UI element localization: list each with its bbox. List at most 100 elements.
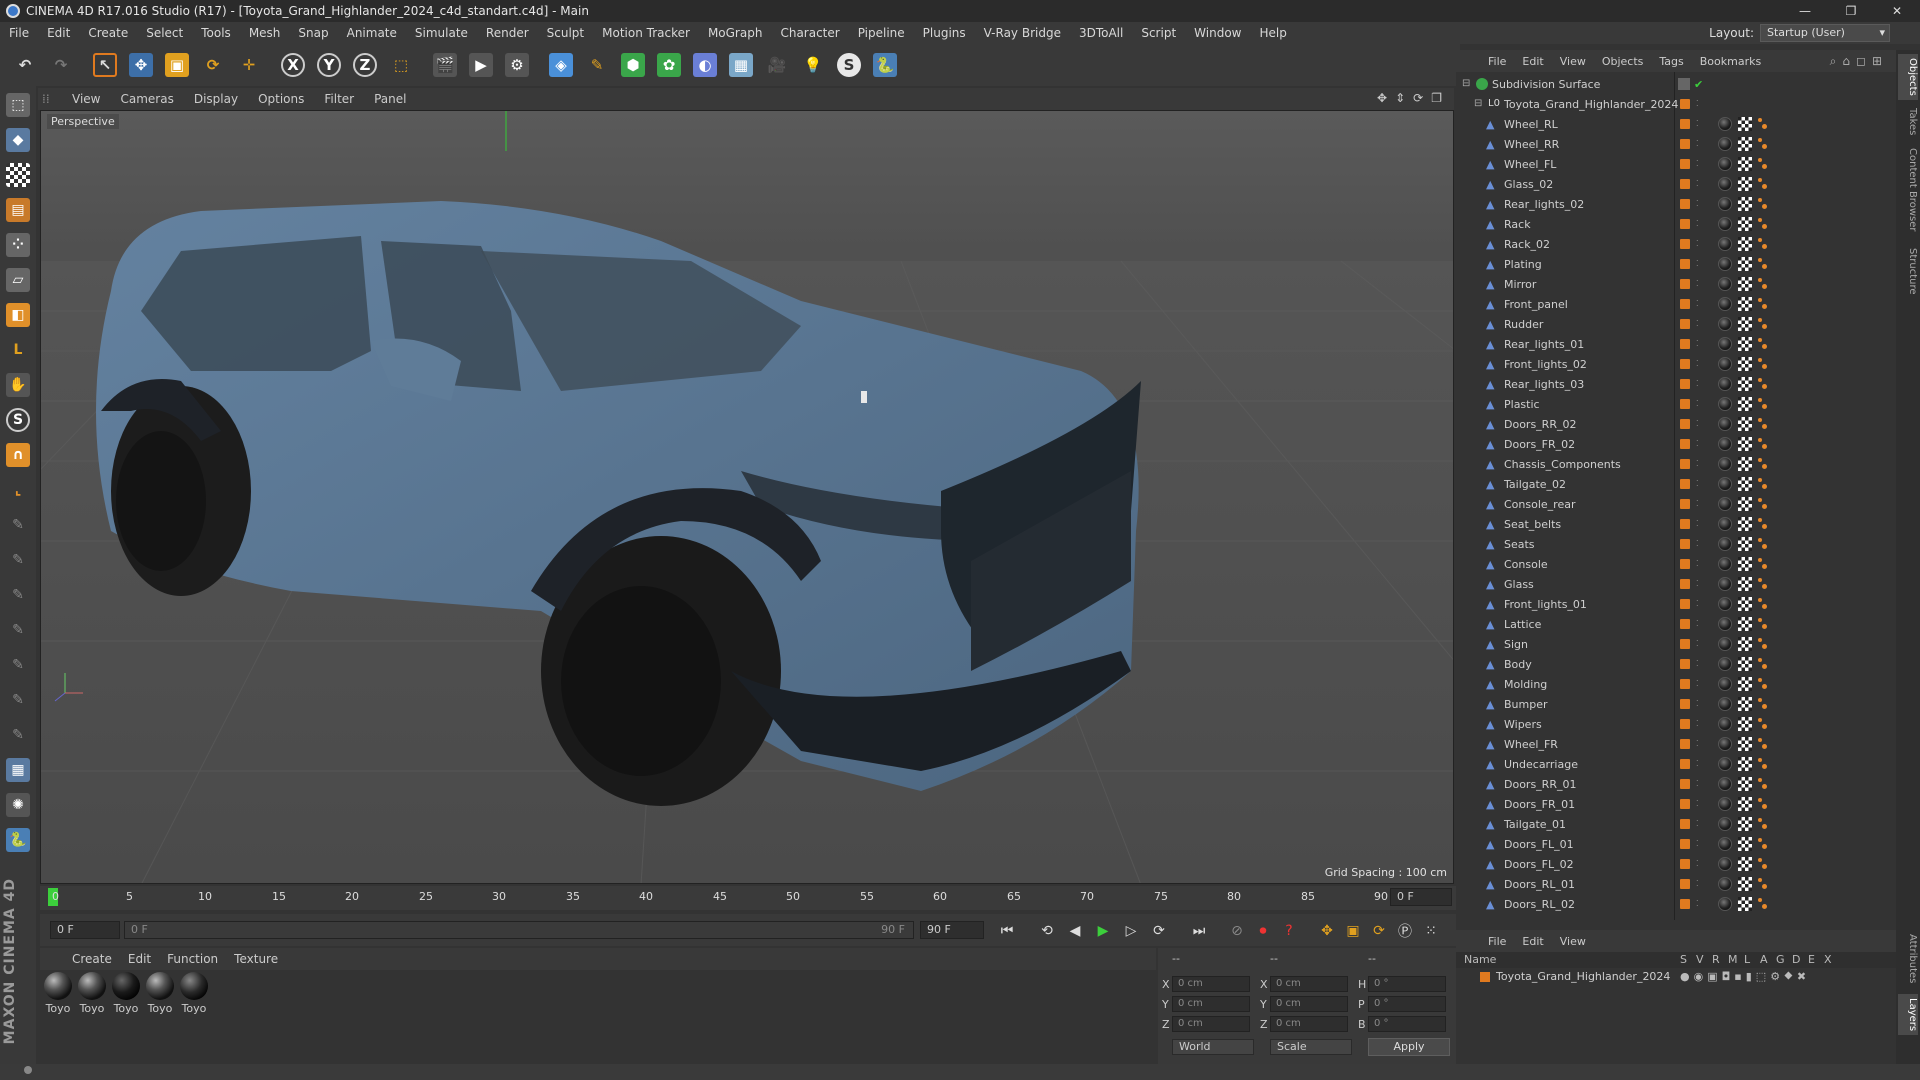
viewport-menu-view[interactable]: View	[62, 92, 110, 106]
z-axis-button[interactable]: Z	[348, 48, 382, 82]
visibility-dots-icon[interactable]: ⁚	[1696, 619, 1700, 629]
object-menu-view[interactable]: View	[1552, 55, 1594, 68]
object-row[interactable]: ▲ Rear_lights_02 ⁚	[1456, 194, 1896, 214]
object-row[interactable]: ▲ Glass ⁚	[1456, 574, 1896, 594]
floor-button[interactable]: ▦	[724, 48, 758, 82]
model-mode-button[interactable]: ◆	[2, 124, 34, 156]
visibility-dots-icon[interactable]: ⁚	[1696, 159, 1700, 169]
selection-tag-icon[interactable]	[1756, 478, 1768, 490]
selection-tag-icon[interactable]	[1756, 738, 1768, 750]
object-row[interactable]: ▲ Plastic ⁚	[1456, 394, 1896, 414]
material-menu-create[interactable]: Create	[64, 952, 120, 966]
cube-object-button[interactable]: ◈	[544, 48, 578, 82]
rot-p-field[interactable]: 0 °	[1368, 996, 1446, 1012]
visibility-dots-icon[interactable]: ⁚	[1696, 99, 1700, 109]
menu-tools[interactable]: Tools	[192, 26, 240, 40]
material-tag-icon[interactable]	[1718, 777, 1732, 791]
tab-attributes[interactable]: Attributes	[1898, 930, 1918, 987]
selection-tag-icon[interactable]	[1756, 898, 1768, 910]
menu-mesh[interactable]: Mesh	[240, 26, 290, 40]
selection-tag-icon[interactable]	[1756, 138, 1768, 150]
material-tag-icon[interactable]	[1718, 817, 1732, 831]
object-row[interactable]: ▲ Console ⁚	[1456, 554, 1896, 574]
menu-animate[interactable]: Animate	[338, 26, 406, 40]
viewport-menu-options[interactable]: Options	[248, 92, 314, 106]
object-row[interactable]: ▲ Doors_FL_02 ⁚	[1456, 854, 1896, 874]
pos-z-field[interactable]: 0 cm	[1172, 1016, 1250, 1032]
key-parameter-button[interactable]: Ⓟ	[1394, 920, 1416, 942]
uvw-tag-icon[interactable]	[1738, 857, 1752, 871]
menu-window[interactable]: Window	[1185, 26, 1250, 40]
material-tag-icon[interactable]	[1718, 657, 1732, 671]
start-frame-field[interactable]: 0 F	[50, 921, 120, 939]
prev-frame-button[interactable]: ◀	[1064, 920, 1086, 942]
maximize-button[interactable]: ❐	[1828, 0, 1874, 22]
menu-character[interactable]: Character	[771, 26, 848, 40]
visibility-dots-icon[interactable]: ⁚	[1696, 659, 1700, 669]
menu-select[interactable]: Select	[137, 26, 192, 40]
material-tag-icon[interactable]	[1718, 297, 1732, 311]
object-row[interactable]: ▲ Lattice ⁚	[1456, 614, 1896, 634]
material-tag-icon[interactable]	[1718, 137, 1732, 151]
object-row[interactable]: ▲ Tailgate_02 ⁚	[1456, 474, 1896, 494]
selection-tag-icon[interactable]	[1756, 238, 1768, 250]
visibility-dots-icon[interactable]: ⁚	[1696, 899, 1700, 909]
pos-y-field[interactable]: 0 cm	[1172, 996, 1250, 1012]
key-scale-button[interactable]: ▣	[1342, 920, 1364, 942]
visibility-dots-icon[interactable]: ⁚	[1696, 339, 1700, 349]
object-row[interactable]: ▲ Seats ⁚	[1456, 534, 1896, 554]
uvw-tag-icon[interactable]	[1738, 517, 1752, 531]
edges-mode-button[interactable]: ▱	[2, 264, 34, 296]
object-row[interactable]: ▲ Wheel_FL ⁚	[1456, 154, 1896, 174]
material-tag-icon[interactable]	[1718, 877, 1732, 891]
material-menu-function[interactable]: Function	[159, 952, 226, 966]
cloner-button[interactable]: ✿	[652, 48, 686, 82]
object-row[interactable]: ▲ Plating ⁚	[1456, 254, 1896, 274]
layer-row[interactable]: Toyota_Grand_Highlander_2024 ●◉▣◘▪▮⬚⚙⯁✖	[1456, 968, 1896, 986]
material-tag-icon[interactable]	[1718, 317, 1732, 331]
selection-tag-icon[interactable]	[1756, 398, 1768, 410]
visibility-dots-icon[interactable]: ⁚	[1696, 279, 1700, 289]
visibility-dots-icon[interactable]: ⁚	[1696, 439, 1700, 449]
object-row[interactable]: ▲ Glass_02 ⁚	[1456, 174, 1896, 194]
uvw-tag-icon[interactable]	[1738, 777, 1752, 791]
tab-objects[interactable]: Objects	[1898, 54, 1918, 100]
visibility-dots-icon[interactable]: ⁚	[1696, 239, 1700, 249]
x-axis-button[interactable]: X	[276, 48, 310, 82]
material-swatch[interactable]: Toyo	[42, 972, 74, 1015]
object-row[interactable]: ▲ Mirror ⁚	[1456, 274, 1896, 294]
magnet-button[interactable]: ∩	[2, 439, 34, 471]
visibility-dots-icon[interactable]: ⁚	[1696, 579, 1700, 589]
uvw-tag-icon[interactable]	[1738, 397, 1752, 411]
minimize-button[interactable]: —	[1782, 0, 1828, 22]
deformer-button[interactable]: ◐	[688, 48, 722, 82]
uvw-tag-icon[interactable]	[1738, 757, 1752, 771]
selection-tag-icon[interactable]	[1756, 638, 1768, 650]
object-row[interactable]: ▲ Bumper ⁚	[1456, 694, 1896, 714]
object-manager-search-icons[interactable]: ⌕⌂◻⊞	[1830, 54, 1888, 69]
make-editable-button[interactable]: ⬚	[2, 89, 34, 121]
material-tag-icon[interactable]	[1718, 737, 1732, 751]
uvw-tag-icon[interactable]	[1738, 317, 1752, 331]
motion-path-button[interactable]: ⊘	[1226, 920, 1248, 942]
material-tag-icon[interactable]	[1718, 117, 1732, 131]
material-tag-icon[interactable]	[1718, 217, 1732, 231]
prev-key-button[interactable]: ⟲	[1036, 920, 1058, 942]
menu-pipeline[interactable]: Pipeline	[849, 26, 914, 40]
selection-tag-icon[interactable]	[1756, 858, 1768, 870]
material-tag-icon[interactable]	[1718, 337, 1732, 351]
uvw-tag-icon[interactable]	[1738, 717, 1752, 731]
object-row[interactable]: ▲ Chassis_Components ⁚	[1456, 454, 1896, 474]
material-tag-icon[interactable]	[1718, 837, 1732, 851]
tweak-mode-button[interactable]: ✋	[2, 369, 34, 401]
y-axis-button[interactable]: Y	[312, 48, 346, 82]
tab-content-browser[interactable]: Content Browser	[1898, 144, 1918, 235]
object-row[interactable]: ▲ Doors_RL_01 ⁚	[1456, 874, 1896, 894]
uvw-tag-icon[interactable]	[1738, 217, 1752, 231]
object-row[interactable]: ▲ Sign ⁚	[1456, 634, 1896, 654]
next-frame-button[interactable]: ▷	[1120, 920, 1142, 942]
layer-menu-view[interactable]: View	[1552, 935, 1594, 948]
selection-tag-icon[interactable]	[1756, 538, 1768, 550]
size-x-field[interactable]: 0 cm	[1270, 976, 1348, 992]
object-row[interactable]: ▲ Doors_FL_01 ⁚	[1456, 834, 1896, 854]
